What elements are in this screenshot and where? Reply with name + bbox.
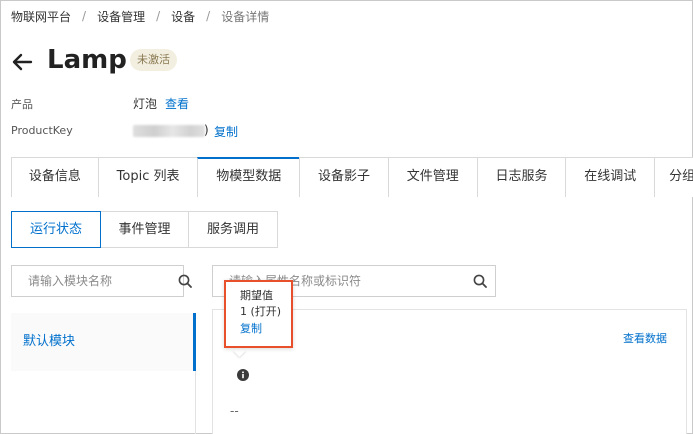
product-label: 产品 bbox=[11, 98, 33, 111]
module-search-box bbox=[11, 265, 192, 297]
breadcrumb-item-devices[interactable]: 设备 bbox=[171, 8, 195, 25]
tab-thing-model-data[interactable]: 物模型数据 bbox=[197, 157, 301, 197]
sub-tab-bar: 运行状态 事件管理 服务调用 bbox=[11, 211, 278, 248]
module-item-default[interactable]: 默认模块 bbox=[11, 313, 196, 371]
tab-online-debug[interactable]: 在线调试 bbox=[565, 157, 656, 197]
property-value: -- bbox=[230, 404, 239, 418]
breadcrumb-separator: / bbox=[156, 9, 161, 23]
main-tab-bar: 设备信息 Topic 列表 物模型数据 设备影子 文件管理 日志服务 在线调试 … bbox=[11, 157, 693, 197]
view-data-link[interactable]: 查看数据 bbox=[623, 330, 667, 346]
breadcrumb-item-iot-platform[interactable]: 物联网平台 bbox=[11, 8, 71, 25]
tab-log-service[interactable]: 日志服务 bbox=[476, 157, 567, 197]
copy-productkey-link[interactable]: 复制 bbox=[214, 123, 238, 140]
module-list: 默认模块 bbox=[11, 313, 196, 434]
expected-value-popover: 期望值 1 (打开) 复制 bbox=[224, 280, 293, 348]
search-icon[interactable] bbox=[178, 266, 192, 296]
breadcrumb: 物联网平台 / 设备管理 / 设备 / 设备详情 bbox=[11, 8, 269, 24]
tab-groups[interactable]: 分组 bbox=[654, 157, 693, 197]
breadcrumb-item-device-detail: 设备详情 bbox=[221, 9, 270, 24]
productkey-label: ProductKey bbox=[11, 124, 73, 137]
view-product-link[interactable]: 查看 bbox=[165, 95, 189, 112]
subtab-event-management[interactable]: 事件管理 bbox=[100, 211, 189, 248]
popover-value: 1 (打开) bbox=[240, 305, 282, 318]
breadcrumb-separator: / bbox=[206, 9, 211, 23]
productkey-value-suffix: ) bbox=[204, 123, 209, 137]
info-icon[interactable] bbox=[237, 369, 249, 381]
subtab-service-invocation[interactable]: 服务调用 bbox=[188, 211, 278, 248]
tab-device-shadow[interactable]: 设备影子 bbox=[299, 157, 389, 197]
tab-device-info[interactable]: 设备信息 bbox=[11, 157, 99, 197]
module-search-input[interactable] bbox=[12, 266, 178, 296]
page-title: Lamp bbox=[47, 45, 127, 75]
productkey-masked-value bbox=[133, 125, 205, 137]
subtab-running-status[interactable]: 运行状态 bbox=[11, 211, 101, 248]
breadcrumb-separator: / bbox=[82, 9, 87, 23]
back-arrow-icon[interactable] bbox=[11, 52, 33, 72]
tab-file-management[interactable]: 文件管理 bbox=[387, 157, 478, 197]
breadcrumb-item-device-management[interactable]: 设备管理 bbox=[97, 8, 145, 25]
product-value: 灯泡 bbox=[133, 97, 158, 111]
popover-title: 期望值 bbox=[240, 289, 273, 302]
status-badge: 未激活 bbox=[130, 49, 177, 71]
search-icon[interactable] bbox=[465, 266, 495, 296]
tab-topic-list[interactable]: Topic 列表 bbox=[97, 157, 199, 197]
popover-copy-link[interactable]: 复制 bbox=[240, 321, 291, 337]
